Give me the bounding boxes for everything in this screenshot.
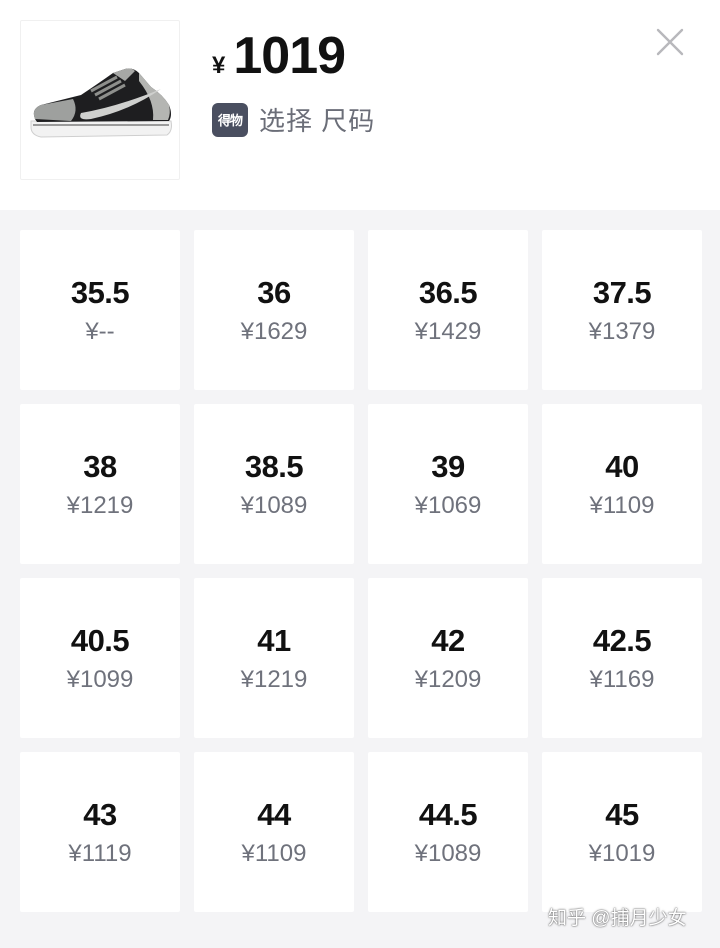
size-price: ¥1219 [240,666,308,693]
size-value: 41 [257,623,291,658]
size-option[interactable]: 40 ¥1109 [542,404,702,564]
size-price: ¥1109 [241,840,307,867]
size-value: 43 [83,797,117,832]
watermark: 知乎 @捕月少女 [548,908,687,929]
size-price: ¥1089 [240,492,308,519]
size-option[interactable]: 36 ¥1629 [194,230,354,390]
size-price: ¥1119 [68,840,132,867]
size-value: 40.5 [70,623,130,658]
size-price: ¥1379 [588,318,656,345]
size-price: ¥1099 [66,666,134,693]
size-option[interactable]: 41 ¥1219 [194,578,354,738]
product-header: ¥ 1019 得物 选择 尺码 [0,0,720,210]
size-option[interactable]: 44 ¥1109 [194,752,354,912]
size-option[interactable]: 42 ¥1209 [368,578,528,738]
size-option[interactable]: 45 ¥1019 [542,752,702,912]
size-price: ¥1429 [414,318,482,345]
size-option[interactable]: 38.5 ¥1089 [194,404,354,564]
size-option[interactable]: 44.5 ¥1089 [368,752,528,912]
dewu-logo-icon: 得物 [212,102,248,137]
size-value: 42.5 [592,623,652,658]
size-value: 44.5 [418,797,478,832]
sneaker-image [30,68,172,138]
size-value: 44 [257,797,291,832]
size-price: ¥1019 [588,840,656,867]
size-option[interactable]: 35.5 ¥-- [20,230,180,390]
close-button[interactable] [652,24,688,60]
size-option[interactable]: 36.5 ¥1429 [368,230,528,390]
select-size-row: 得物 选择 尺码 [212,101,375,138]
size-value: 36.5 [418,275,478,310]
size-value: 35.5 [70,275,130,310]
product-thumbnail[interactable] [20,20,180,180]
size-price: ¥1109 [589,492,655,519]
current-price: ¥ 1019 [212,26,346,86]
size-price: ¥1209 [414,666,482,693]
size-grid: 35.5 ¥-- 36 ¥1629 36.5 ¥1429 37.5 ¥1379 38 ¥1219 3… [20,230,702,912]
size-value: 38 [83,449,117,484]
size-value: 45 [605,797,639,832]
size-option[interactable]: 42.5 ¥1169 [542,578,702,738]
size-option[interactable]: 37.5 ¥1379 [542,230,702,390]
size-price: ¥1629 [240,318,308,345]
size-price: ¥1089 [414,840,482,867]
size-value: 36 [257,275,291,310]
size-option[interactable]: 40.5 ¥1099 [20,578,180,738]
size-value: 40 [605,449,639,484]
size-value: 39 [431,449,465,484]
price-amount: 1019 [233,27,346,85]
size-price: ¥-- [85,318,115,345]
close-icon [656,28,684,56]
size-option[interactable]: 43 ¥1119 [20,752,180,912]
size-value: 37.5 [592,275,652,310]
size-price: ¥1219 [66,492,134,519]
size-value: 38.5 [244,449,304,484]
size-price: ¥1169 [589,666,655,693]
currency-symbol: ¥ [212,52,226,79]
size-option[interactable]: 39 ¥1069 [368,404,528,564]
size-option[interactable]: 38 ¥1219 [20,404,180,564]
size-price: ¥1069 [414,492,482,519]
select-size-label: 选择 尺码 [259,106,376,136]
size-value: 42 [431,623,465,658]
